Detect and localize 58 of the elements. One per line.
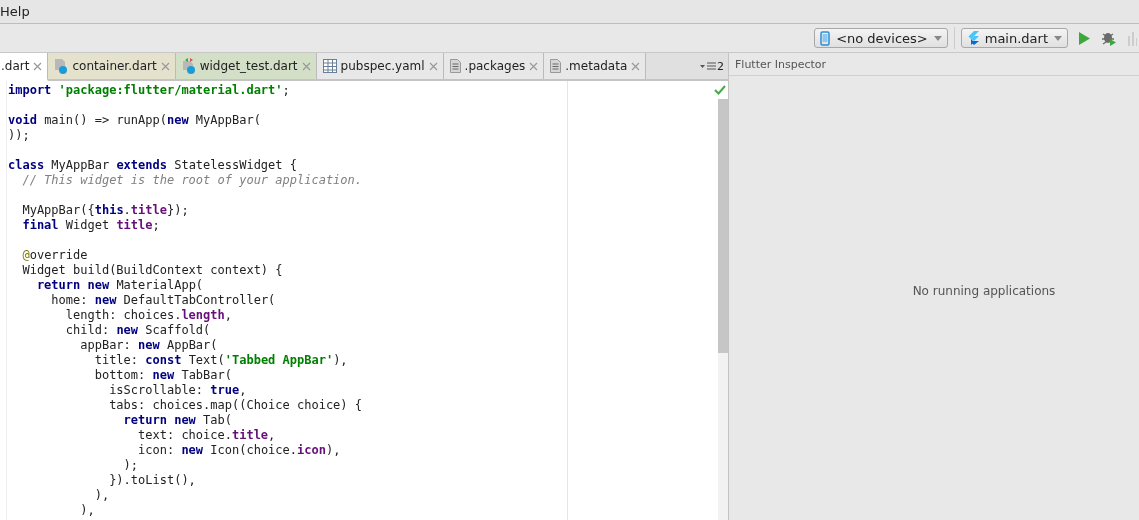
close-icon[interactable] [33,61,43,71]
code-line: text: choice.title, [137,428,276,443]
code-line: void main() => runApp(new MyAppBar( [8,112,261,128]
code-line: Widget build(BuildContext context) { [21,263,283,278]
editor-tab[interactable]: pubspec.yaml [316,53,444,79]
code-line: }).toList(), [108,473,196,488]
code-line: @override [21,247,88,263]
device-dropdown[interactable]: <no devices> [814,28,948,48]
close-icon[interactable] [301,61,311,71]
list-icon [700,61,716,71]
editor-tab[interactable]: .dart [0,53,49,81]
code-line: bottom: new TabBar( [93,368,232,383]
code-line: ); [122,458,139,473]
text-file-icon [550,59,562,73]
panel-title: Flutter Inspector [729,53,1139,76]
code-line: )); [8,128,30,143]
code-line: isScrollable: true, [108,383,247,398]
tab-overflow-button[interactable]: 2 [696,53,728,79]
table-file-icon [322,59,337,73]
code-line: import 'package:flutter/material.dart'; [8,83,290,98]
code-line: icon: new Icon(choice.icon), [137,443,341,458]
editor-tab[interactable]: container.dart [48,53,176,79]
code-line: MyAppBar({this.title}); [21,202,189,218]
code-line: class MyAppBar extends StatelessWidget { [8,157,297,173]
editor-tab[interactable]: .metadata [544,53,647,79]
close-icon[interactable] [631,61,641,71]
close-icon[interactable] [160,61,170,71]
editor-tab[interactable]: widget_test.dart [175,53,317,79]
empty-message: No running applications [912,284,1056,298]
close-icon[interactable] [428,61,438,71]
code-line: // This widget is the root of your application. [21,173,362,188]
code-line: child: new Scaffold( [64,323,211,338]
debug-icon[interactable] [1101,30,1117,46]
flutter-logo-icon [966,31,979,45]
text-file-icon [449,59,461,73]
scrollbar[interactable] [718,99,728,520]
code-line: tabs: choices.map((Choice choice) { [108,398,362,413]
test-file-icon [181,58,196,74]
caret-icon [933,35,942,41]
dart-file-icon [54,58,69,74]
code-line: ), [79,503,95,518]
phone-icon [820,30,831,46]
code-line: appBar: new AppBar( [79,338,218,353]
menu-item[interactable]: Help [0,4,38,19]
code-line: title: const Text('Tabbed AppBar'), [93,353,348,368]
bar-chart-icon[interactable] [1127,30,1137,46]
check-icon [714,85,726,95]
code-line: return new MaterialApp( [35,278,204,293]
close-icon[interactable] [529,61,539,71]
code-line: ), [93,488,110,503]
caret-icon [1054,35,1062,41]
run-config-dropdown[interactable]: main.dart [960,28,1068,48]
code-line: length: choices.length, [64,308,232,323]
code-line: final Widget title; [21,218,160,233]
code-line: home: new DefaultTabController( [50,293,276,308]
code-line: return new Tab( [122,413,232,428]
editor-tab[interactable]: .packages [443,53,545,79]
run-icon[interactable] [1078,30,1091,46]
